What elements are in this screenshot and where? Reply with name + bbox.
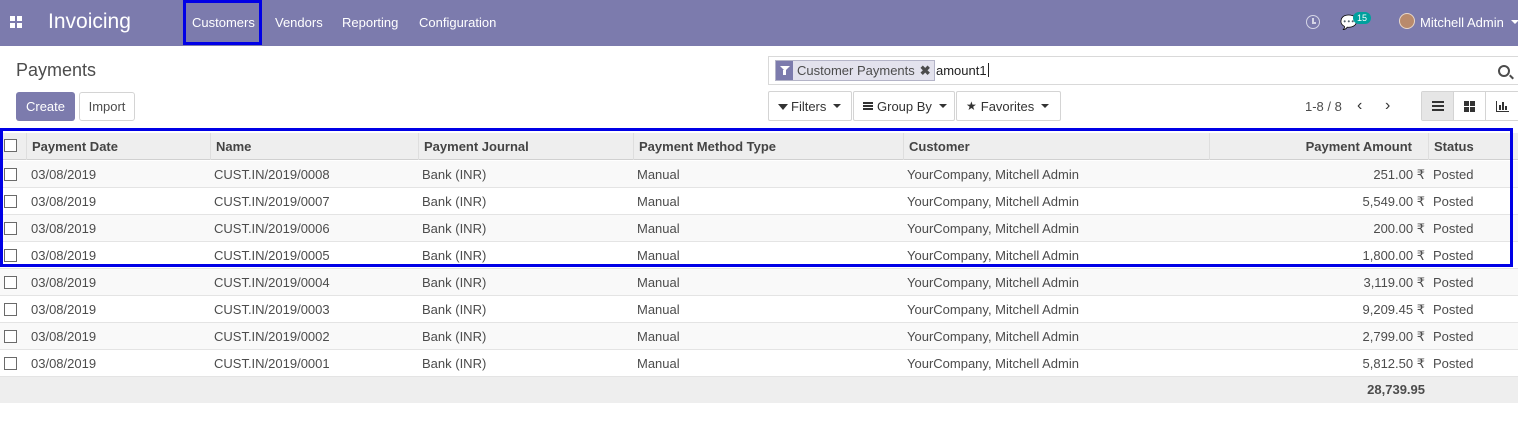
row-checkbox[interactable]: [4, 357, 17, 370]
graph-icon: [1495, 100, 1509, 112]
filter-icon: [776, 61, 793, 80]
table-row[interactable]: 03/08/2019 CUST.IN/2019/0002 Bank (INR) Man…: [0, 323, 1518, 350]
cell-customer: YourCompany, Mitchell Admin: [907, 302, 1079, 317]
view-switcher: [1421, 91, 1518, 121]
total-amount: 28,739.95: [1367, 382, 1425, 397]
menu-configuration[interactable]: Configuration: [419, 15, 496, 30]
kanban-icon: [1464, 100, 1475, 112]
facet-label: Customer Payments: [797, 63, 915, 78]
facet-remove-icon[interactable]: ✖: [919, 63, 934, 79]
search-icon[interactable]: [1498, 65, 1510, 77]
import-button[interactable]: Import: [79, 92, 135, 121]
cell-payment-amount: 9,209.45 ₹: [1362, 302, 1426, 317]
user-menu[interactable]: Mitchell Admin: [1420, 15, 1504, 30]
row-checkbox[interactable]: [4, 330, 17, 343]
filter-icon: [778, 104, 788, 110]
cell-payment-date: 03/08/2019: [31, 302, 97, 317]
cell-payment-journal: Bank (INR): [422, 356, 487, 371]
cell-payment-date: 03/08/2019: [31, 329, 97, 344]
cell-payment-date: 03/08/2019: [31, 356, 97, 371]
highlight-customers-menu: [183, 0, 262, 45]
pager-previous-icon[interactable]: ‹: [1357, 97, 1362, 115]
cell-payment-amount: 5,812.50 ₹: [1362, 356, 1426, 371]
filters-dropdown[interactable]: Filters: [768, 91, 852, 121]
cell-status: Posted: [1433, 356, 1474, 371]
cell-name: CUST.IN/2019/0002: [214, 329, 330, 344]
apps-menu-icon[interactable]: [10, 16, 22, 28]
list-view-button[interactable]: [1422, 92, 1454, 120]
kanban-view-button[interactable]: [1454, 92, 1486, 120]
list-icon: [1431, 101, 1444, 111]
cell-status: Posted: [1433, 329, 1474, 344]
bars-icon: [863, 102, 873, 110]
table-row[interactable]: 03/08/2019 CUST.IN/2019/0004 Bank (INR) Man…: [0, 269, 1518, 296]
cell-payment-amount: 2,799.00 ₹: [1362, 329, 1426, 344]
messages-badge: 15: [1353, 12, 1372, 24]
cell-payment-journal: Bank (INR): [422, 329, 487, 344]
table-row[interactable]: 03/08/2019 CUST.IN/2019/0003 Bank (INR) Man…: [0, 296, 1518, 323]
user-caret-icon: [1511, 20, 1518, 24]
cell-payment-method: Manual: [637, 275, 680, 290]
cell-payment-date: 03/08/2019: [31, 275, 97, 290]
pager-value[interactable]: 1-8 / 8: [1305, 99, 1342, 114]
cell-payment-method: Manual: [637, 356, 680, 371]
cell-status: Posted: [1433, 302, 1474, 317]
cell-name: CUST.IN/2019/0003: [214, 302, 330, 317]
cell-payment-journal: Bank (INR): [422, 302, 487, 317]
avatar[interactable]: [1399, 13, 1415, 29]
pager-next-icon[interactable]: ›: [1385, 97, 1390, 115]
menu-reporting[interactable]: Reporting: [342, 15, 398, 30]
favorites-dropdown[interactable]: ★ Favorites: [956, 91, 1061, 121]
cell-customer: YourCompany, Mitchell Admin: [907, 356, 1079, 371]
cell-payment-amount: 3,119.00 ₹: [1363, 275, 1425, 290]
cell-payment-method: Manual: [637, 302, 680, 317]
app-name[interactable]: Invoicing: [48, 10, 131, 34]
cell-status: Posted: [1433, 275, 1474, 290]
activity-clock-icon[interactable]: [1306, 15, 1320, 29]
groupby-dropdown[interactable]: Group By: [853, 91, 955, 121]
menu-vendors[interactable]: Vendors: [275, 15, 323, 30]
cell-name: CUST.IN/2019/0001: [214, 356, 330, 371]
table-footer: 28,739.95: [0, 377, 1518, 403]
search-bar[interactable]: Customer Payments ✖ amount1: [768, 56, 1518, 85]
row-checkbox[interactable]: [4, 303, 17, 316]
page-title: Payments: [16, 60, 97, 80]
table-row[interactable]: 03/08/2019 CUST.IN/2019/0001 Bank (INR) Man…: [0, 350, 1518, 377]
graph-view-button[interactable]: [1486, 92, 1518, 120]
cell-customer: YourCompany, Mitchell Admin: [907, 329, 1079, 344]
cell-customer: YourCompany, Mitchell Admin: [907, 275, 1079, 290]
star-icon: ★: [966, 99, 977, 113]
search-input[interactable]: amount1: [936, 63, 989, 78]
row-checkbox[interactable]: [4, 276, 17, 289]
cell-payment-journal: Bank (INR): [422, 275, 487, 290]
cell-name: CUST.IN/2019/0004: [214, 275, 330, 290]
cell-payment-method: Manual: [637, 329, 680, 344]
search-facet: Customer Payments ✖: [775, 60, 935, 81]
highlight-rows: [0, 128, 1513, 267]
create-button[interactable]: Create: [16, 92, 75, 121]
